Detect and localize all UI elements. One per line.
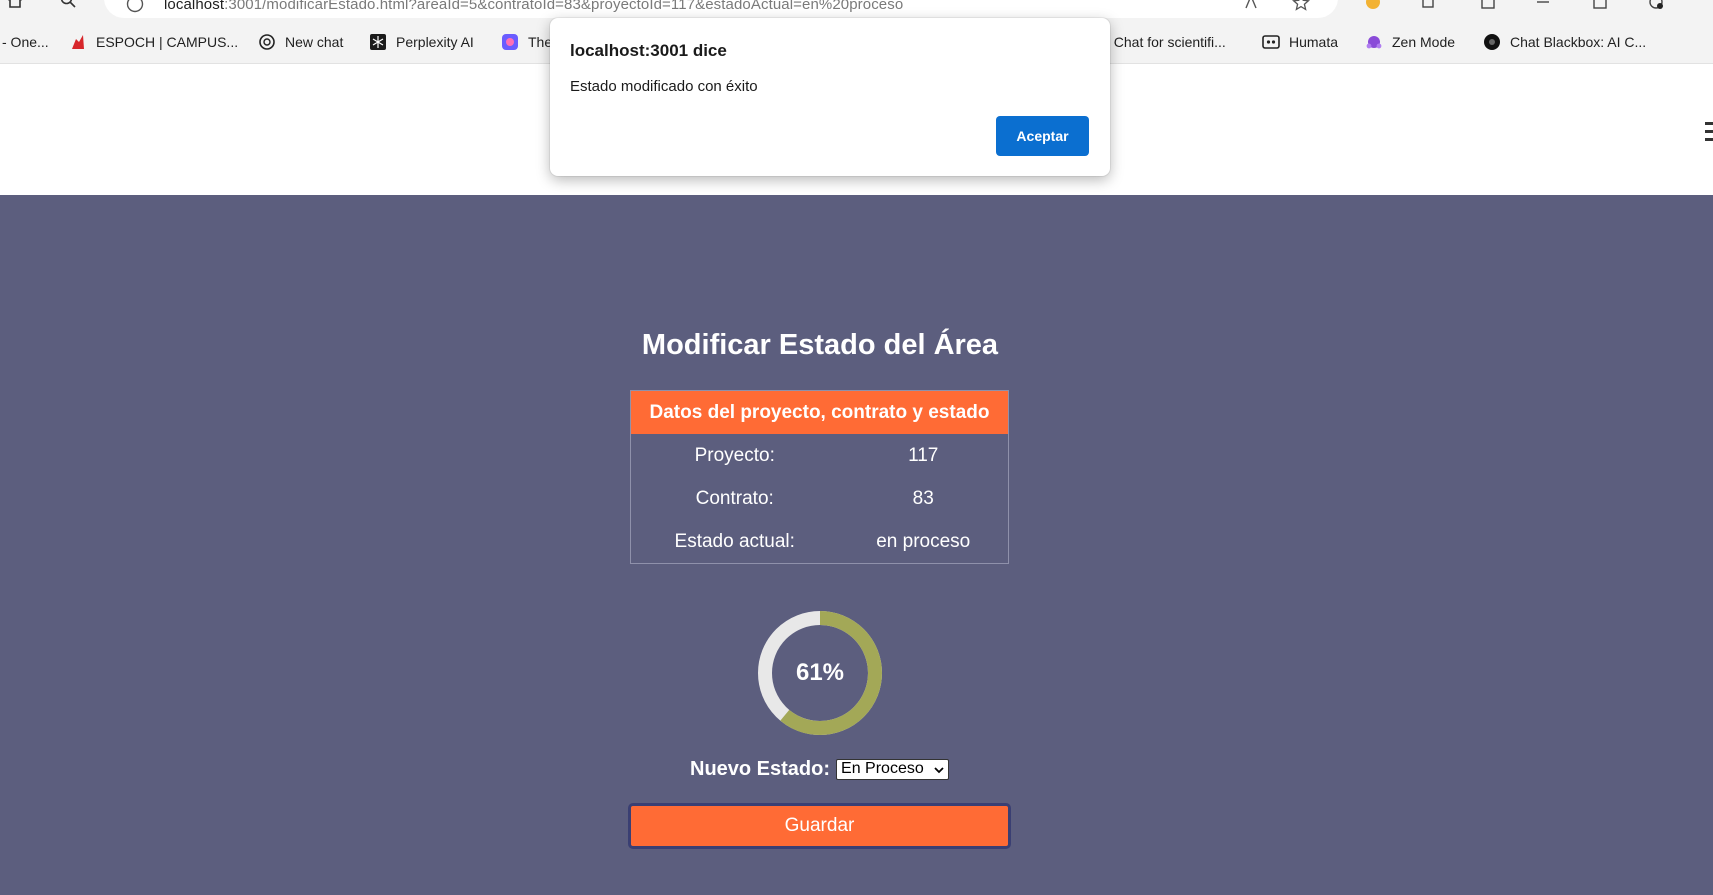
estado-select[interactable]: En Proceso [836, 758, 950, 780]
save-button[interactable]: Guardar [628, 803, 1011, 849]
table-row-estado: Estado actual: en proceso [631, 520, 1008, 563]
collections-icon[interactable] [1592, 0, 1608, 10]
favorites-icon[interactable] [1535, 0, 1551, 10]
bookmark-ai-chat-scientific[interactable]: I Chat for scientifi... [1106, 32, 1226, 52]
split-screen-icon[interactable] [1480, 0, 1496, 10]
row-label: Estado actual: [674, 530, 795, 552]
blackbox-icon [1484, 34, 1500, 50]
read-aloud-icon[interactable] [1244, 0, 1260, 10]
row-value: en proceso [876, 530, 971, 552]
extensions-puzzle-icon[interactable] [1420, 0, 1436, 10]
bookmark-zen-mode[interactable]: Zen Mode [1365, 32, 1455, 52]
home-icon[interactable] [6, 0, 24, 8]
bookmark-the[interactable]: The [501, 32, 552, 52]
alert-dialog: localhost:3001 dice Estado modificado co… [550, 18, 1110, 176]
row-value: 117 [908, 444, 939, 466]
browser-toolbar: localhost:3001/modificarEstado.html?area… [0, 0, 1713, 20]
project-data-table: Datos del proyecto, contrato y estado Pr… [630, 390, 1009, 564]
nuevo-estado-label: Nuevo Estado: [690, 757, 831, 780]
favorite-star-icon[interactable] [1292, 0, 1310, 12]
table-header: Datos del proyecto, contrato y estado [631, 391, 1008, 434]
browser-essentials-icon[interactable] [1648, 0, 1664, 10]
bookmark-perplexity[interactable]: Perplexity AI [369, 32, 474, 52]
bookmark-onedrive[interactable]: - One... [2, 32, 49, 52]
perplexity-icon [370, 34, 386, 50]
row-label: Proyecto: [694, 444, 775, 466]
table-row-contrato: Contrato: 83 [631, 477, 1008, 520]
search-icon[interactable] [60, 0, 76, 8]
nuevo-estado-row: Nuevo Estado: En Proceso [690, 757, 950, 781]
estado-selected-value: En Proceso [841, 760, 924, 777]
dialog-origin: localhost:3001 dice [570, 41, 727, 60]
row-value: 83 [912, 487, 934, 509]
chevron-down-icon [934, 766, 944, 773]
bookmark-blackbox[interactable]: Chat Blackbox: AI C... [1483, 32, 1646, 52]
bookmark-new-chat[interactable]: New chat [258, 32, 343, 52]
progress-percent: 61% [795, 659, 845, 686]
bookmark-espoch[interactable]: ESPOCH | CAMPUS... [69, 32, 238, 52]
dialog-message: Estado modificado con éxito [570, 78, 758, 95]
app-icon [502, 34, 518, 50]
menu-icon[interactable] [1705, 122, 1713, 146]
address-bar[interactable]: localhost:3001/modificarEstado.html?area… [104, 0, 1338, 18]
zen-icon [1366, 36, 1382, 49]
humata-icon [1262, 35, 1280, 49]
site-info-icon[interactable] [126, 0, 144, 13]
row-label: Contrato: [695, 487, 774, 509]
dialog-ok-button[interactable]: Aceptar [996, 116, 1089, 156]
url-text: localhost:3001/modificarEstado.html?area… [164, 0, 904, 13]
bookmark-humata[interactable]: Humata [1262, 32, 1338, 52]
page-title: Modificar Estado del Área [641, 329, 999, 361]
extension-emoji-icon[interactable] [1365, 0, 1381, 10]
table-row-proyecto: Proyecto: 117 [631, 434, 1008, 477]
openai-icon [259, 34, 275, 50]
espoch-icon [72, 35, 84, 49]
